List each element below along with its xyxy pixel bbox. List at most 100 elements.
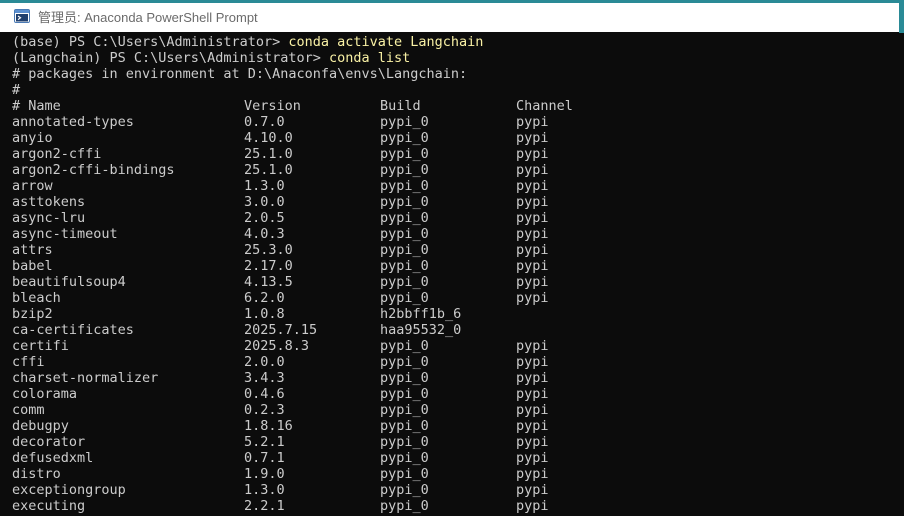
package-version: 4.10.0 bbox=[244, 130, 293, 146]
package-row: cffi 2.0.0 pypi_0 pypi bbox=[0, 354, 904, 370]
package-build: pypi_0 bbox=[380, 258, 429, 274]
package-build: pypi_0 bbox=[380, 482, 429, 498]
package-row: distro 1.9.0 pypi_0 pypi bbox=[0, 466, 904, 482]
package-channel: pypi bbox=[516, 434, 549, 450]
package-build: pypi_0 bbox=[380, 386, 429, 402]
package-name: cffi bbox=[12, 354, 45, 370]
package-name: certifi bbox=[12, 338, 69, 354]
package-channel: pypi bbox=[516, 418, 549, 434]
package-row: attrs 25.3.0 pypi_0 pypi bbox=[0, 242, 904, 258]
package-build: pypi_0 bbox=[380, 226, 429, 242]
package-row: arrow 1.3.0 pypi_0 pypi bbox=[0, 178, 904, 194]
package-version: 2.2.1 bbox=[244, 498, 285, 514]
package-version: 0.7.0 bbox=[244, 114, 285, 130]
package-name: async-timeout bbox=[12, 226, 118, 242]
prompt-line: (base) PS C:\Users\Administrator> conda … bbox=[12, 34, 483, 50]
package-name: bleach bbox=[12, 290, 61, 306]
title-bar[interactable]: 管理员: Anaconda PowerShell Prompt bbox=[0, 0, 904, 32]
package-version: 3.0.0 bbox=[244, 194, 285, 210]
package-version: 0.2.3 bbox=[244, 402, 285, 418]
package-row: certifi 2025.8.3 pypi_0 pypi bbox=[0, 338, 904, 354]
package-name: ca-certificates bbox=[12, 322, 134, 338]
package-row: exceptiongroup 1.3.0 pypi_0 pypi bbox=[0, 482, 904, 498]
package-version: 25.3.0 bbox=[244, 242, 293, 258]
package-build: pypi_0 bbox=[380, 290, 429, 306]
terminal-window: 管理员: Anaconda PowerShell Prompt (base) P… bbox=[0, 0, 904, 516]
package-name: debugpy bbox=[12, 418, 69, 434]
package-row: executing 2.2.1 pypi_0 pypi bbox=[0, 498, 904, 514]
package-build: pypi_0 bbox=[380, 338, 429, 354]
package-row: argon2-cffi 25.1.0 pypi_0 pypi bbox=[0, 146, 904, 162]
package-version: 2.0.0 bbox=[244, 354, 285, 370]
package-name: attrs bbox=[12, 242, 53, 258]
package-version: 2.0.5 bbox=[244, 210, 285, 226]
header-build: Build bbox=[380, 98, 421, 114]
header-version: Version bbox=[244, 98, 301, 114]
prompt-text: (Langchain) PS C:\Users\Administrator> bbox=[12, 50, 329, 66]
package-version: 0.7.1 bbox=[244, 450, 285, 466]
package-version: 4.0.3 bbox=[244, 226, 285, 242]
package-build: pypi_0 bbox=[380, 146, 429, 162]
package-build: haa95532_0 bbox=[380, 322, 462, 338]
package-row: async-lru 2.0.5 pypi_0 pypi bbox=[0, 210, 904, 226]
package-build: pypi_0 bbox=[380, 434, 429, 450]
package-name: exceptiongroup bbox=[12, 482, 126, 498]
package-build: pypi_0 bbox=[380, 210, 429, 226]
package-version: 25.1.0 bbox=[244, 162, 293, 178]
package-name: async-lru bbox=[12, 210, 86, 226]
package-version: 0.4.6 bbox=[244, 386, 285, 402]
window-title: 管理员: Anaconda PowerShell Prompt bbox=[38, 9, 258, 25]
package-build: pypi_0 bbox=[380, 402, 429, 418]
package-channel: pypi bbox=[516, 210, 549, 226]
package-version: 1.9.0 bbox=[244, 466, 285, 482]
package-row: decorator 5.2.1 pypi_0 pypi bbox=[0, 434, 904, 450]
package-name: babel bbox=[12, 258, 53, 274]
package-channel: pypi bbox=[516, 242, 549, 258]
package-channel: pypi bbox=[516, 338, 549, 354]
package-version: 2025.7.15 bbox=[244, 322, 318, 338]
package-name: annotated-types bbox=[12, 114, 134, 130]
package-name: decorator bbox=[12, 434, 86, 450]
package-version: 2.17.0 bbox=[244, 258, 293, 274]
package-channel: pypi bbox=[516, 178, 549, 194]
window-border-accent bbox=[0, 0, 904, 3]
package-build: pypi_0 bbox=[380, 114, 429, 130]
package-channel: pypi bbox=[516, 482, 549, 498]
package-name: argon2-cffi bbox=[12, 146, 102, 162]
header-name: # Name bbox=[12, 98, 61, 114]
console-output[interactable]: (base) PS C:\Users\Administrator> conda … bbox=[0, 33, 904, 516]
package-version: 1.3.0 bbox=[244, 482, 285, 498]
package-name: charset-normalizer bbox=[12, 370, 159, 386]
package-name: bzip2 bbox=[12, 306, 53, 322]
package-row: annotated-types 0.7.0 pypi_0 pypi bbox=[0, 114, 904, 130]
package-build: pypi_0 bbox=[380, 498, 429, 514]
comment-line: # bbox=[12, 82, 21, 98]
package-row: debugpy 1.8.16 pypi_0 pypi bbox=[0, 418, 904, 434]
prompt-line: (Langchain) PS C:\Users\Administrator> c… bbox=[12, 50, 410, 66]
package-channel: pypi bbox=[516, 274, 549, 290]
package-name: defusedxml bbox=[12, 450, 94, 466]
package-build: pypi_0 bbox=[380, 178, 429, 194]
package-version: 2025.8.3 bbox=[244, 338, 310, 354]
package-build: pypi_0 bbox=[380, 162, 429, 178]
package-version: 4.13.5 bbox=[244, 274, 293, 290]
package-row: async-timeout 4.0.3 pypi_0 pypi bbox=[0, 226, 904, 242]
package-name: argon2-cffi-bindings bbox=[12, 162, 175, 178]
package-row: bzip2 1.0.8 h2bbff1b_6 bbox=[0, 306, 904, 322]
package-channel: pypi bbox=[516, 498, 549, 514]
package-channel: pypi bbox=[516, 402, 549, 418]
package-channel: pypi bbox=[516, 226, 549, 242]
header-channel: Channel bbox=[516, 98, 573, 114]
package-build: pypi_0 bbox=[380, 450, 429, 466]
package-name: anyio bbox=[12, 130, 53, 146]
package-name: beautifulsoup4 bbox=[12, 274, 126, 290]
package-row: colorama 0.4.6 pypi_0 pypi bbox=[0, 386, 904, 402]
package-channel: pypi bbox=[516, 290, 549, 306]
package-channel: pypi bbox=[516, 114, 549, 130]
command-text: conda list bbox=[328, 50, 411, 66]
package-name: asttokens bbox=[12, 194, 86, 210]
package-row: asttokens 3.0.0 pypi_0 pypi bbox=[0, 194, 904, 210]
package-build: pypi_0 bbox=[380, 130, 429, 146]
package-build: h2bbff1b_6 bbox=[380, 306, 462, 322]
package-build: pypi_0 bbox=[380, 242, 429, 258]
